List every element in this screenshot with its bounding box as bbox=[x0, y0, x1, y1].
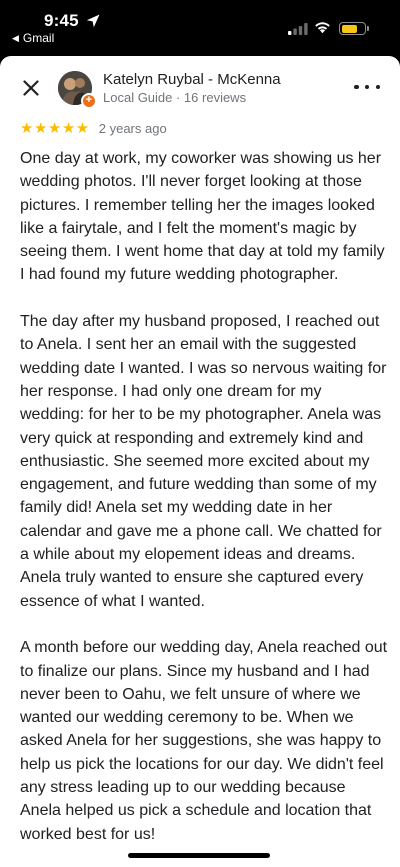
reviewer-meta: Local Guide · 16 reviews bbox=[103, 90, 247, 105]
more-vert-icon bbox=[354, 84, 359, 90]
rating-row: ★★★★★ 2 years ago bbox=[20, 119, 167, 137]
review-date: 2 years ago bbox=[98, 120, 167, 136]
back-triangle-icon: ◀ bbox=[12, 32, 19, 43]
star-rating: ★★★★★ bbox=[20, 120, 90, 137]
close-button[interactable] bbox=[19, 76, 43, 100]
battery-cap bbox=[367, 26, 369, 31]
back-app-label: Gmail bbox=[22, 31, 55, 45]
review-sheet: + Katelyn Ruybal - McKenna Local Guide ·… bbox=[0, 56, 400, 867]
reviewer-name[interactable]: Katelyn Ruybal - McKenna bbox=[103, 71, 281, 88]
status-time: 9:45 bbox=[44, 11, 79, 30]
review-paragraph: One day at work, my coworker was showing… bbox=[20, 150, 385, 284]
back-to-gmail-link[interactable]: ◀ Gmail bbox=[12, 31, 54, 45]
review-text: One day at work, my coworker was showing… bbox=[20, 147, 388, 867]
status-bar: 9:45 ◀ Gmail bbox=[0, 0, 400, 56]
reviewer-avatar-wrap[interactable]: + bbox=[58, 71, 97, 109]
more-options-button[interactable] bbox=[354, 80, 380, 94]
local-guide-badge-icon: + bbox=[81, 93, 97, 109]
review-paragraph: A month before our wedding day, Anela re… bbox=[20, 639, 388, 843]
wifi-icon bbox=[315, 22, 330, 34]
review-paragraph: The day after my husband proposed, I rea… bbox=[20, 313, 387, 610]
cellular-signal-icon bbox=[288, 23, 308, 35]
battery-icon bbox=[339, 22, 366, 35]
home-indicator[interactable] bbox=[128, 853, 270, 858]
location-arrow-icon bbox=[86, 14, 100, 28]
close-icon bbox=[23, 80, 39, 96]
